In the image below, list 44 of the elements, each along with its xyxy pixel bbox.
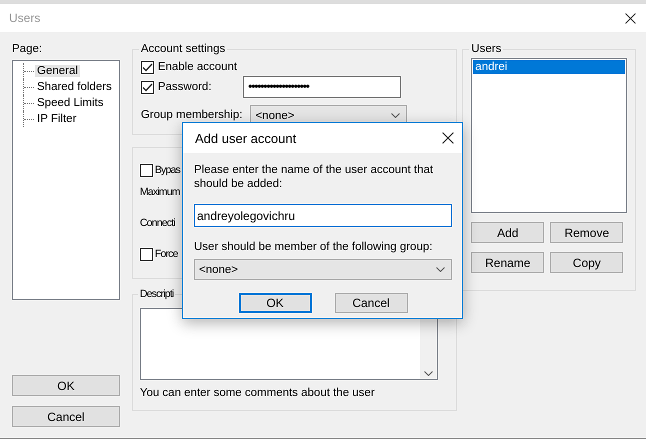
scroll-down-icon bbox=[424, 371, 434, 376]
password-field[interactable]: •••••••••••••••••••• bbox=[243, 76, 402, 98]
hint-text: You can enter some comments about the user bbox=[140, 387, 375, 399]
tree-item[interactable]: Speed Limits bbox=[35, 97, 106, 109]
page-label: Page: bbox=[12, 42, 44, 57]
checkbox[interactable] bbox=[140, 164, 153, 176]
checkbox[interactable] bbox=[140, 60, 154, 74]
cancel-button[interactable]: Cancel bbox=[12, 406, 120, 427]
checkbox[interactable] bbox=[140, 80, 154, 94]
tree-connector bbox=[23, 111, 35, 127]
group-dropdown[interactable]: <none> bbox=[194, 259, 452, 280]
maximum-label: Maximum bbox=[140, 185, 180, 199]
close-icon[interactable] bbox=[442, 132, 454, 144]
connections-label: Connecti bbox=[140, 216, 175, 230]
user-name-field[interactable]: andreyolegovichru bbox=[194, 204, 452, 227]
ok-button[interactable]: OK bbox=[238, 293, 312, 313]
tree-item[interactable]: Shared folders bbox=[35, 81, 114, 93]
checkbox-label: Password: bbox=[158, 80, 212, 94]
group-label: User should be member of the following group: bbox=[194, 240, 434, 254]
checkbox-label: Bypas bbox=[154, 163, 180, 177]
chevron-down-icon bbox=[391, 113, 400, 118]
group-title: Descripti bbox=[138, 287, 174, 301]
window-title: Users bbox=[9, 11, 40, 25]
close-icon[interactable] bbox=[625, 12, 636, 24]
copy-button[interactable]: Copy bbox=[550, 252, 624, 273]
tree-connector bbox=[23, 95, 35, 111]
group-membership-label: Group membership: bbox=[140, 108, 242, 123]
user-item[interactable]: andrei bbox=[473, 60, 626, 74]
chevron-down-icon bbox=[436, 267, 445, 272]
remove-button[interactable]: Remove bbox=[550, 222, 624, 243]
tree-item[interactable]: IP Filter bbox=[35, 113, 78, 125]
cancel-button[interactable]: Cancel bbox=[334, 293, 408, 313]
ok-button[interactable]: OK bbox=[12, 375, 120, 396]
dialog-title: Add user account bbox=[195, 130, 296, 146]
group-title: Users bbox=[470, 42, 502, 56]
checkbox-label: Force bbox=[154, 247, 178, 261]
checkbox[interactable] bbox=[140, 248, 153, 260]
rename-button[interactable]: Rename bbox=[471, 252, 544, 273]
tree-connector bbox=[23, 79, 35, 95]
checkbox-label: Enable account bbox=[158, 60, 238, 74]
group-title: Account settings bbox=[140, 42, 226, 56]
add-button[interactable]: Add bbox=[471, 222, 544, 243]
tree-item[interactable]: General bbox=[35, 65, 80, 77]
prompt-text: Please enter the name of the user account that should be added: bbox=[194, 163, 434, 191]
